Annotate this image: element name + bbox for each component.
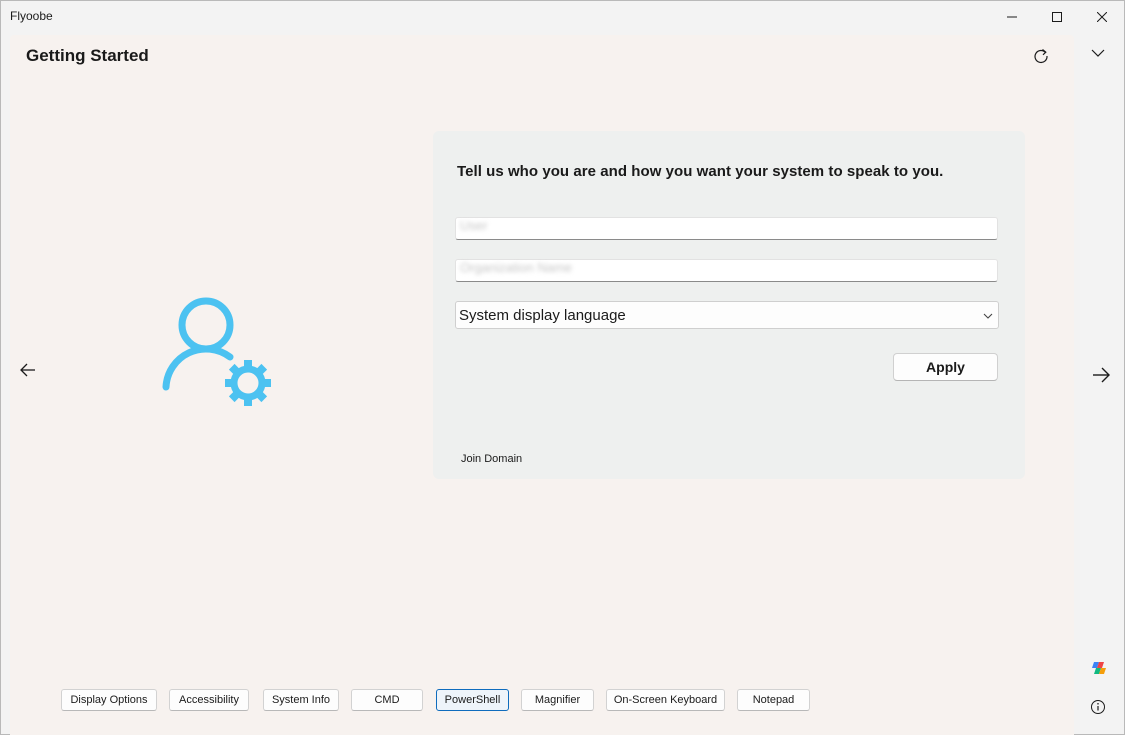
panel-heading: Tell us who you are and how you want you… [457, 163, 944, 180]
right-rail [1076, 35, 1124, 735]
refresh-button[interactable] [1030, 45, 1052, 67]
refresh-icon [1034, 49, 1048, 64]
cmd-button[interactable]: CMD [351, 689, 423, 711]
close-button[interactable] [1079, 1, 1125, 32]
powershell-button[interactable]: PowerShell [436, 689, 509, 711]
language-select-value: System display language [459, 307, 626, 324]
organization-value: Organization Name [460, 260, 572, 275]
page-title: Getting Started [26, 46, 149, 65]
user-name-value: User [460, 218, 488, 233]
display-options-button[interactable]: Display Options [61, 689, 157, 711]
app-title: Flyoobe [10, 9, 53, 23]
chevron-down-icon[interactable] [1090, 45, 1106, 61]
title-bar[interactable]: Flyoobe [1, 1, 1124, 32]
user-name-field[interactable]: User [455, 217, 998, 240]
language-select[interactable]: System display language [455, 301, 999, 329]
notepad-button[interactable]: Notepad [737, 689, 810, 711]
minimize-icon [1007, 16, 1017, 17]
system-info-button[interactable]: System Info [263, 689, 339, 711]
arrow-right-icon[interactable] [1091, 365, 1111, 385]
setup-panel: Tell us who you are and how you want you… [433, 131, 1025, 479]
apply-button[interactable]: Apply [893, 353, 998, 381]
on-screen-keyboard-button[interactable]: On-Screen Keyboard [606, 689, 725, 711]
magnifier-button[interactable]: Magnifier [521, 689, 594, 711]
join-domain-link[interactable]: Join Domain [461, 453, 522, 465]
back-button[interactable] [18, 360, 38, 380]
user-settings-icon [162, 297, 271, 406]
chevron-down-icon [983, 313, 993, 319]
minimize-button[interactable] [989, 1, 1035, 32]
accessibility-button[interactable]: Accessibility [169, 689, 249, 711]
main-content: Getting Started Tell us who you are and … [10, 35, 1074, 735]
close-icon [1097, 11, 1107, 22]
copilot-icon[interactable] [1090, 659, 1108, 677]
organization-field[interactable]: Organization Name [455, 259, 998, 282]
maximize-button[interactable] [1034, 1, 1080, 32]
info-icon[interactable] [1090, 699, 1106, 715]
maximize-icon [1052, 11, 1062, 22]
arrow-left-icon [20, 363, 35, 377]
app-window: Flyoobe Getting Started Tell us who you … [0, 0, 1125, 735]
